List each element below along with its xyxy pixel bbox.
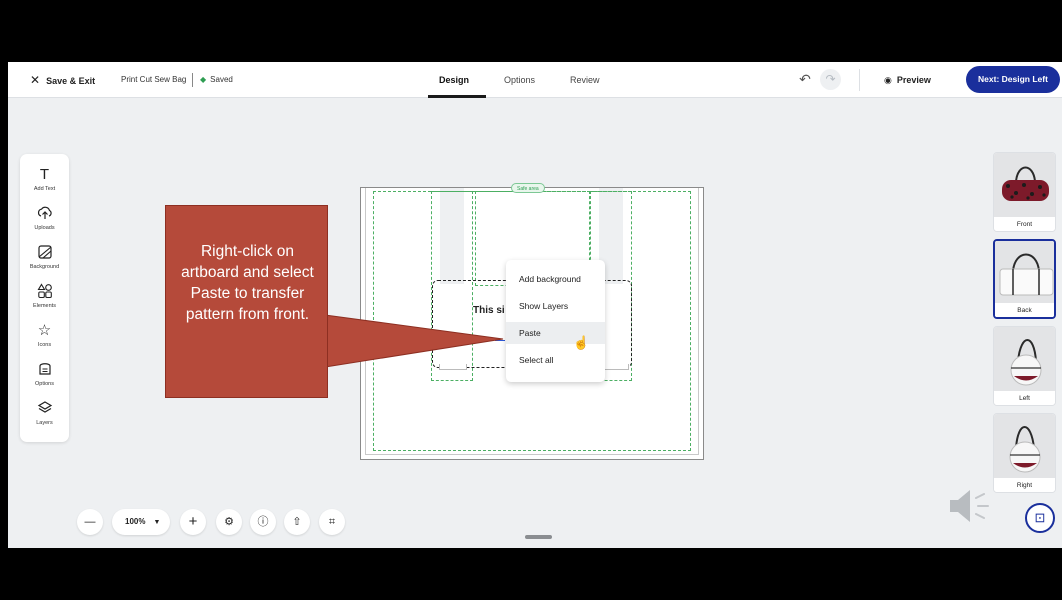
zoom-level: 100% — [125, 517, 146, 526]
star-icon: ☆ — [37, 322, 52, 339]
tool-label: Background — [29, 264, 60, 270]
crop-icon[interactable]: ⌗ — [319, 509, 345, 535]
top-bar: ✕ Save & Exit Print Cut Sew Bag ◆ Saved De… — [8, 62, 1062, 98]
active-tab-indicator — [428, 95, 486, 98]
tab-design[interactable]: Design — [439, 62, 469, 98]
project-name: Print Cut Sew Bag — [121, 75, 187, 84]
menu-item-select-all[interactable]: Select all — [506, 349, 605, 371]
callout-text: Right-click on artboard and select Paste… — [181, 243, 314, 323]
view-thumb-front[interactable]: Front — [993, 152, 1056, 232]
tool-label: Uploads — [34, 225, 55, 231]
chat-assistant-icon[interactable]: ⊡ — [1025, 503, 1055, 533]
tool-icons[interactable]: ☆ Icons — [20, 322, 69, 348]
redo-icon[interactable]: ↷ — [820, 69, 841, 90]
tool-add-text[interactable]: T Add Text — [20, 166, 69, 192]
tab-review[interactable]: Review — [570, 62, 600, 98]
divider — [192, 73, 193, 87]
tool-label: Icons — [37, 342, 52, 348]
menu-item-paste[interactable]: Paste — [506, 322, 605, 344]
save-exit-button[interactable]: ✕ Save & Exit — [30, 62, 95, 98]
safe-area-label: Safe area — [511, 183, 545, 193]
saved-status-label: Saved — [210, 75, 233, 84]
strap-tab-right — [601, 364, 629, 370]
left-toolbar: T Add Text Uploads Background Elements ☆… — [20, 154, 69, 442]
drawer-handle[interactable] — [525, 535, 552, 539]
menu-item-add-background[interactable]: Add background — [506, 268, 605, 290]
background-icon — [20, 244, 69, 262]
help-icon[interactable]: ⓘ — [250, 509, 276, 535]
view-thumb-back[interactable]: Back — [993, 239, 1056, 319]
next-design-left-button[interactable]: Next: Design Left — [966, 66, 1060, 93]
preview-button[interactable]: ◉ Preview — [884, 62, 931, 98]
bag-back-image — [995, 241, 1054, 304]
menu-item-show-layers[interactable]: Show Layers — [506, 295, 605, 317]
bag-front-image — [994, 153, 1055, 216]
status-dot-icon: ◆ — [200, 75, 207, 84]
view-label: Left — [994, 390, 1055, 405]
elements-icon — [20, 283, 69, 301]
zoom-in-icon[interactable]: + — [180, 509, 206, 535]
options-icon — [20, 361, 69, 379]
save-exit-label: Save & Exit — [46, 76, 96, 86]
tool-options[interactable]: Options — [20, 361, 69, 387]
context-menu: Add background Show Layers Paste Select … — [506, 260, 605, 382]
zoom-level-select[interactable]: 100% ▼ — [112, 509, 170, 535]
text-icon: T — [39, 166, 50, 183]
tool-layers[interactable]: Layers — [20, 400, 69, 426]
zoom-out-icon[interactable]: — — [77, 509, 103, 535]
upload-icon — [20, 205, 69, 223]
caret-down-icon: ▼ — [153, 519, 161, 526]
saved-status: ◆ Saved — [200, 62, 233, 98]
tool-label: Options — [35, 381, 54, 387]
layers-icon — [20, 400, 69, 418]
bag-left-image — [994, 327, 1055, 390]
tool-elements[interactable]: Elements — [20, 283, 69, 309]
view-label: Right — [994, 477, 1055, 492]
close-icon: ✕ — [30, 73, 41, 87]
editor-screen: ✕ Save & Exit Print Cut Sew Bag ◆ Saved De… — [8, 62, 1062, 548]
preview-label: Preview — [896, 75, 931, 85]
tool-label: Layers — [36, 420, 53, 426]
view-thumb-left[interactable]: Left — [993, 326, 1056, 406]
tool-background[interactable]: Background — [20, 244, 69, 270]
divider — [859, 69, 860, 91]
undo-icon[interactable]: ↶ — [796, 70, 814, 88]
tool-label: Add Text — [33, 186, 56, 192]
share-icon[interactable]: ⇧ — [284, 509, 310, 535]
speaker-icon — [950, 490, 989, 522]
tool-label: Elements — [33, 303, 56, 309]
settings-icon[interactable]: ⚙ — [216, 509, 242, 535]
view-label: Back — [995, 302, 1054, 317]
tool-uploads[interactable]: Uploads — [20, 205, 69, 231]
callout-arrow — [324, 314, 504, 368]
tab-options[interactable]: Options — [504, 62, 535, 98]
view-label: Front — [994, 216, 1055, 231]
hand-cursor-icon: ☝ — [573, 335, 590, 350]
eye-icon: ◉ — [884, 75, 892, 85]
view-thumb-right[interactable]: Right — [993, 413, 1056, 493]
bag-right-image — [994, 414, 1055, 477]
